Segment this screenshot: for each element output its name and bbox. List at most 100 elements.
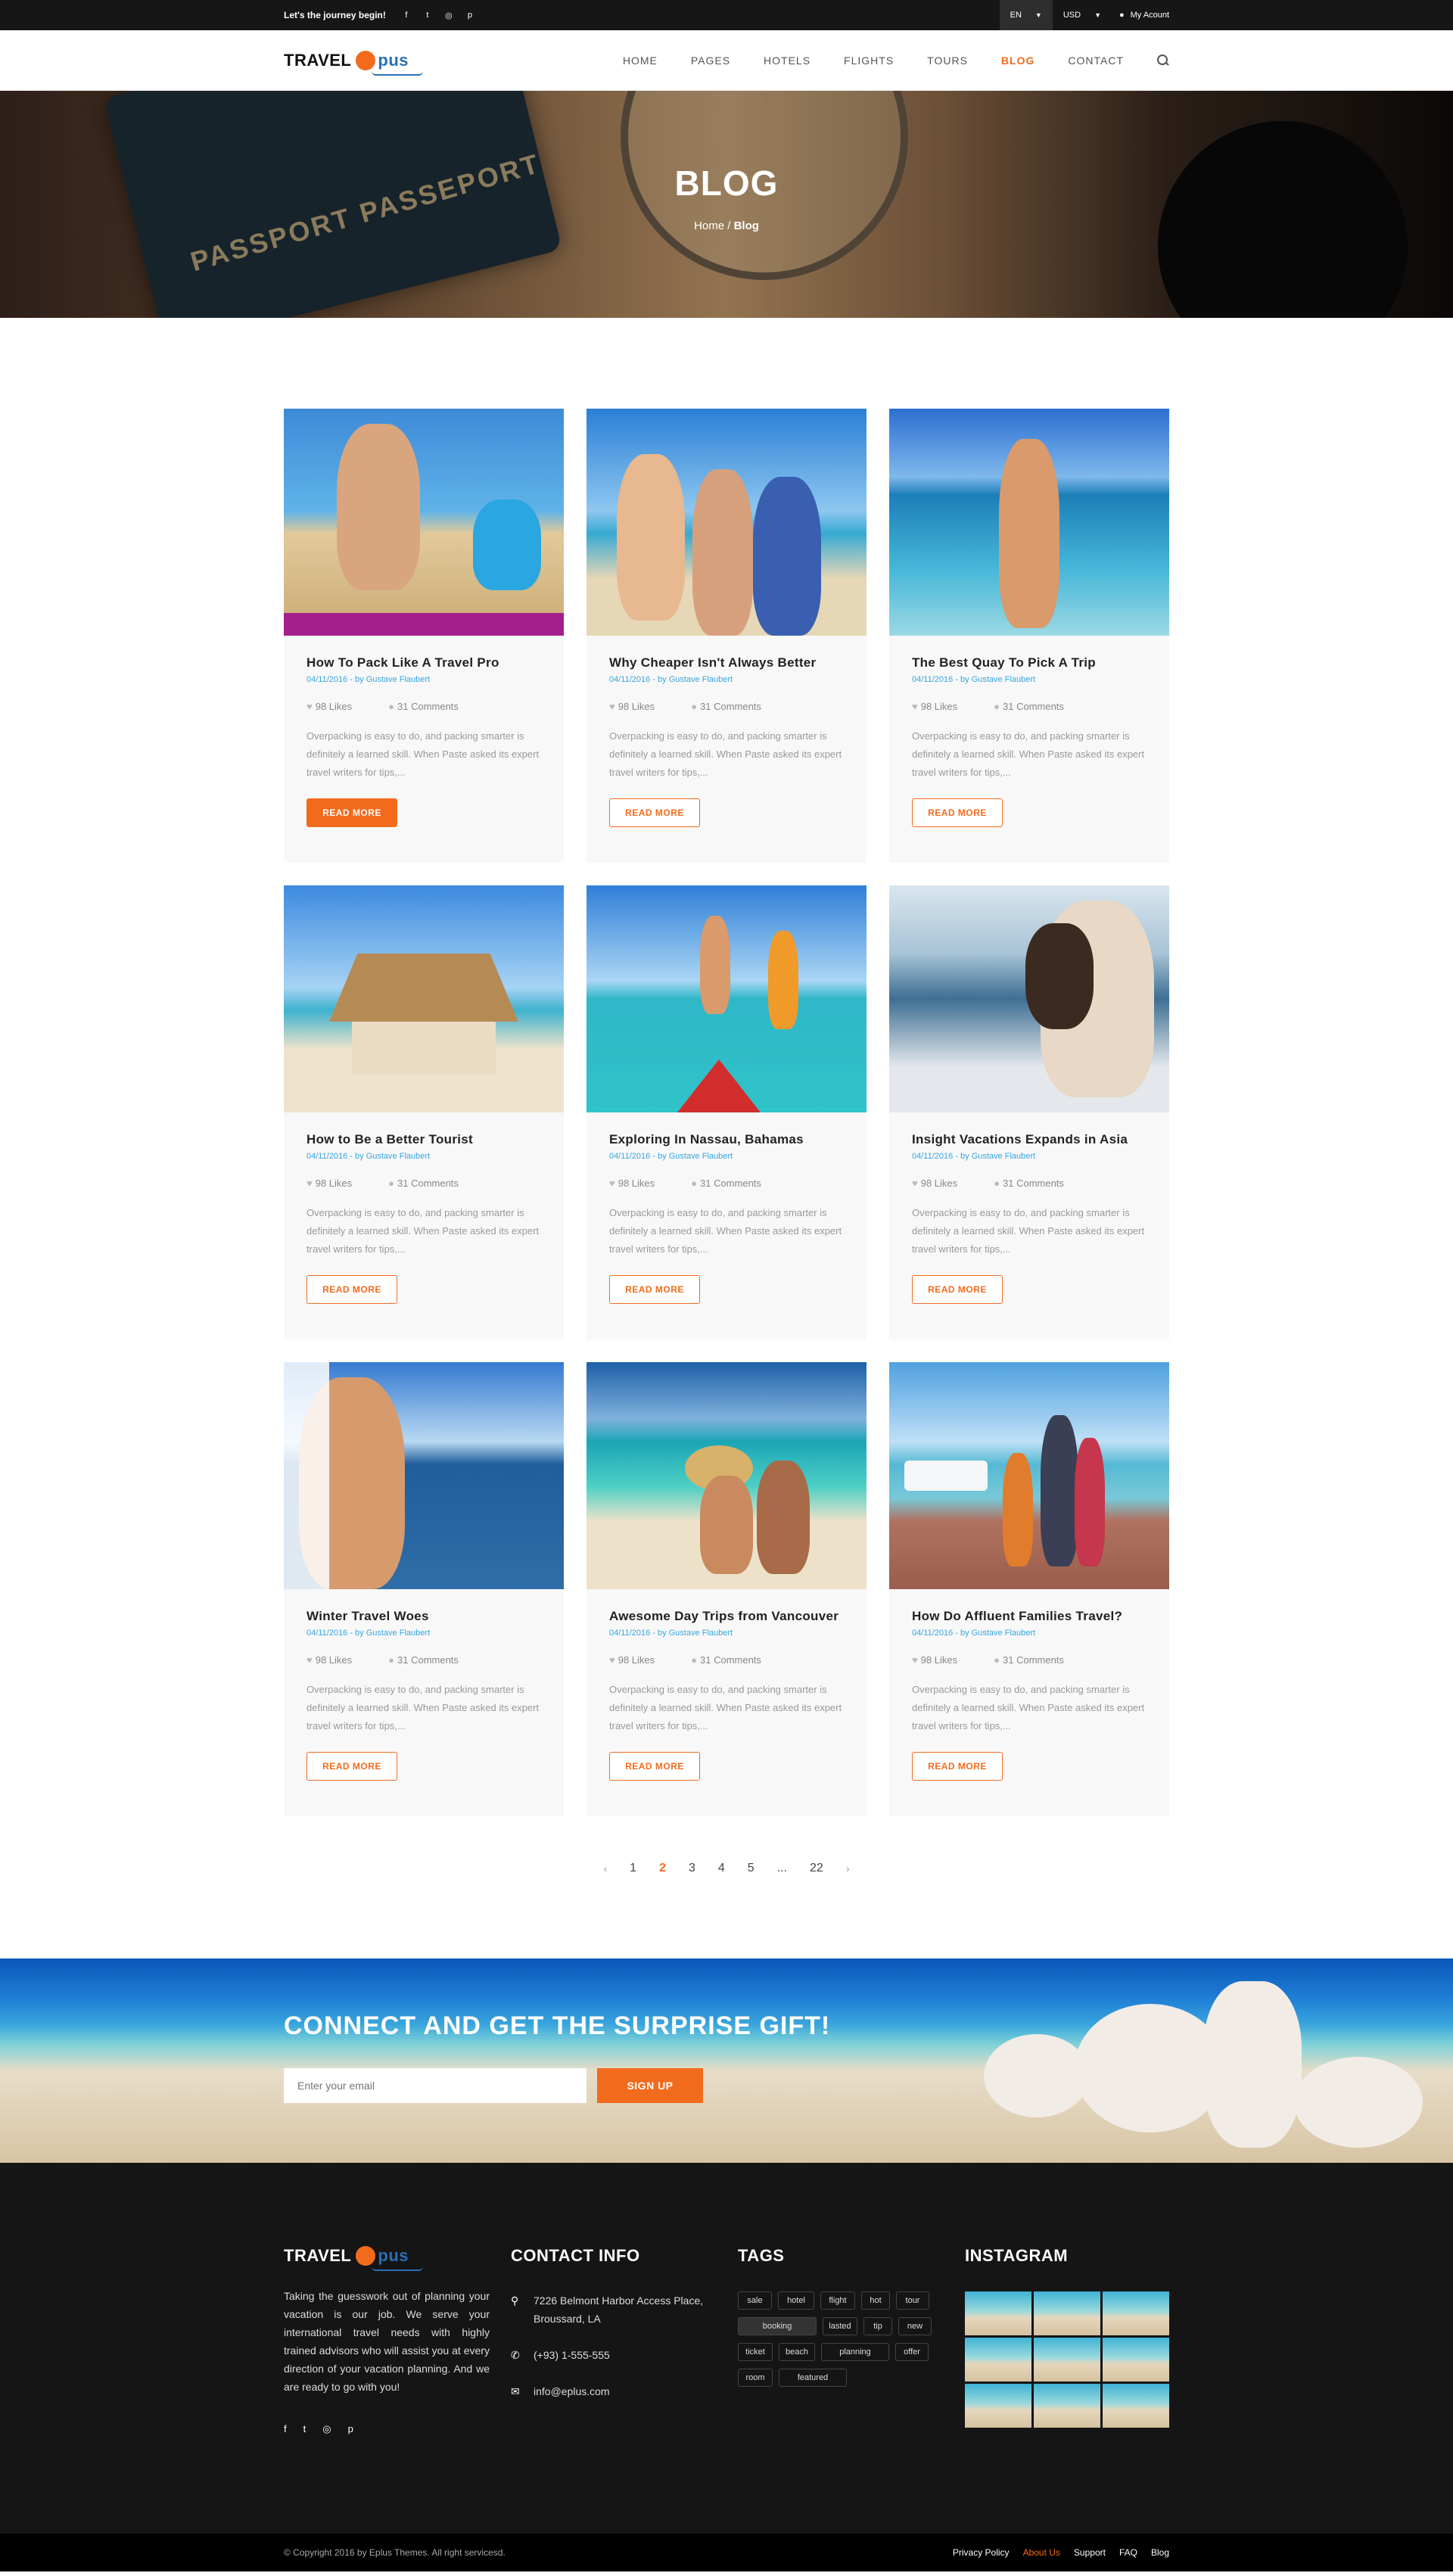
post-title[interactable]: Awesome Day Trips from Vancouver (609, 1609, 844, 1624)
nav-home[interactable]: HOME (623, 54, 658, 67)
post-title[interactable]: Insight Vacations Expands in Asia (912, 1132, 1147, 1147)
instagram-photo[interactable] (1103, 2291, 1169, 2335)
instagram-photo[interactable] (1103, 2384, 1169, 2428)
comments-count[interactable]: ● 31 Comments (388, 701, 459, 712)
post-image[interactable] (889, 1362, 1169, 1589)
comments-count[interactable]: ● 31 Comments (388, 1654, 459, 1666)
instagram-photo[interactable] (1034, 2338, 1100, 2382)
page-link[interactable]: 22 (810, 1862, 823, 1875)
post-image[interactable] (284, 1362, 564, 1589)
instagram-photo[interactable] (965, 2291, 1031, 2335)
sign-up-button[interactable]: SIGN UP (597, 2068, 703, 2103)
nav-contact[interactable]: CONTACT (1068, 54, 1124, 67)
comments-count[interactable]: ● 31 Comments (994, 1178, 1064, 1189)
contact-email[interactable]: ✉ info@eplus.com (511, 2382, 738, 2400)
likes-count[interactable]: ♥ 98 Likes (609, 1178, 655, 1189)
post-image[interactable] (889, 409, 1169, 636)
search-icon[interactable] (1157, 54, 1169, 67)
tag[interactable]: ticket (738, 2343, 773, 2361)
tag[interactable]: sale (738, 2291, 772, 2310)
post-image[interactable] (284, 885, 564, 1112)
footer-link-faq[interactable]: FAQ (1119, 2547, 1137, 2558)
facebook-icon[interactable]: f (401, 11, 412, 20)
post-title[interactable]: The Best Quay To Pick A Trip (912, 655, 1147, 670)
nav-flights[interactable]: FLIGHTS (844, 54, 894, 67)
currency-select[interactable]: USD ▼ (1053, 0, 1112, 30)
tag[interactable]: tour (896, 2291, 929, 2310)
likes-count[interactable]: ♥ 98 Likes (912, 701, 957, 712)
post-image[interactable] (889, 885, 1169, 1112)
post-author[interactable]: by Gustave Flaubert (960, 1629, 1035, 1638)
likes-count[interactable]: ♥ 98 Likes (306, 1178, 352, 1189)
instagram-icon[interactable]: ◎ (322, 2423, 331, 2435)
nav-hotels[interactable]: HOTELS (764, 54, 811, 67)
likes-count[interactable]: ♥ 98 Likes (912, 1654, 957, 1666)
footer-logo[interactable]: TRAVEL pus (284, 2246, 511, 2271)
post-author[interactable]: by Gustave Flaubert (355, 1629, 430, 1638)
tag[interactable]: flight (820, 2291, 855, 2310)
page-link[interactable]: 1 (630, 1862, 636, 1875)
facebook-icon[interactable]: f (284, 2423, 287, 2435)
read-more-button[interactable]: READ MORE (306, 1275, 397, 1304)
page-link[interactable]: 4 (718, 1862, 725, 1875)
instagram-photo[interactable] (965, 2338, 1031, 2382)
comments-count[interactable]: ● 31 Comments (388, 1178, 459, 1189)
tag[interactable]: booking (738, 2317, 817, 2335)
post-image[interactable] (586, 409, 867, 636)
nav-tours[interactable]: TOURS (927, 54, 968, 67)
page-link[interactable]: 3 (689, 1862, 695, 1875)
post-title[interactable]: Winter Travel Woes (306, 1609, 541, 1624)
read-more-button[interactable]: READ MORE (609, 1752, 700, 1781)
nav-pages[interactable]: PAGES (691, 54, 730, 67)
likes-count[interactable]: ♥ 98 Likes (609, 701, 655, 712)
prev-page-icon[interactable]: ‹ (603, 1862, 607, 1874)
breadcrumb-home[interactable]: Home (694, 219, 724, 232)
tag[interactable]: room (738, 2369, 773, 2387)
post-image[interactable] (586, 885, 867, 1112)
next-page-icon[interactable]: › (846, 1862, 850, 1874)
footer-link-support[interactable]: Support (1074, 2547, 1106, 2558)
tag[interactable]: planning (821, 2343, 889, 2361)
post-image[interactable] (586, 1362, 867, 1589)
instagram-photo[interactable] (965, 2384, 1031, 2428)
footer-link-blog[interactable]: Blog (1151, 2547, 1169, 2558)
post-author[interactable]: by Gustave Flaubert (658, 675, 733, 684)
tag[interactable]: tip (863, 2317, 892, 2335)
nav-blog[interactable]: BLOG (1001, 54, 1035, 67)
comments-count[interactable]: ● 31 Comments (994, 701, 1064, 712)
read-more-button[interactable]: READ MORE (306, 798, 397, 827)
post-author[interactable]: by Gustave Flaubert (960, 675, 1035, 684)
post-author[interactable]: by Gustave Flaubert (960, 1152, 1035, 1161)
comments-count[interactable]: ● 31 Comments (691, 701, 761, 712)
likes-count[interactable]: ♥ 98 Likes (306, 701, 352, 712)
pinterest-icon[interactable]: p (348, 2423, 353, 2435)
tag[interactable]: featured (779, 2369, 847, 2387)
post-image[interactable] (284, 409, 564, 636)
read-more-button[interactable]: READ MORE (609, 798, 700, 827)
email-input[interactable] (284, 2068, 586, 2103)
instagram-photo[interactable] (1103, 2338, 1169, 2382)
read-more-button[interactable]: READ MORE (609, 1275, 700, 1304)
twitter-icon[interactable]: t (303, 2423, 306, 2435)
post-title[interactable]: How To Pack Like A Travel Pro (306, 655, 541, 670)
likes-count[interactable]: ♥ 98 Likes (609, 1654, 655, 1666)
post-title[interactable]: Why Cheaper Isn't Always Better (609, 655, 844, 670)
site-logo[interactable]: TRAVEL pus (284, 51, 424, 76)
post-author[interactable]: by Gustave Flaubert (658, 1629, 733, 1638)
tag[interactable]: lasted (823, 2317, 857, 2335)
read-more-button[interactable]: READ MORE (912, 1752, 1003, 1781)
tag[interactable]: beach (779, 2343, 815, 2361)
footer-link-about[interactable]: About Us (1023, 2547, 1060, 2558)
instagram-photo[interactable] (1034, 2384, 1100, 2428)
tag[interactable]: hotel (778, 2291, 814, 2310)
page-link-current[interactable]: 2 (659, 1862, 666, 1875)
pinterest-icon[interactable]: p (465, 11, 475, 20)
post-author[interactable]: by Gustave Flaubert (355, 675, 430, 684)
twitter-icon[interactable]: t (422, 11, 433, 20)
likes-count[interactable]: ♥ 98 Likes (912, 1178, 957, 1189)
tag[interactable]: hot (861, 2291, 890, 2310)
instagram-icon[interactable]: ◎ (443, 11, 454, 20)
post-title[interactable]: Exploring In Nassau, Bahamas (609, 1132, 844, 1147)
post-title[interactable]: How Do Affluent Families Travel? (912, 1609, 1147, 1624)
post-author[interactable]: by Gustave Flaubert (658, 1152, 733, 1161)
